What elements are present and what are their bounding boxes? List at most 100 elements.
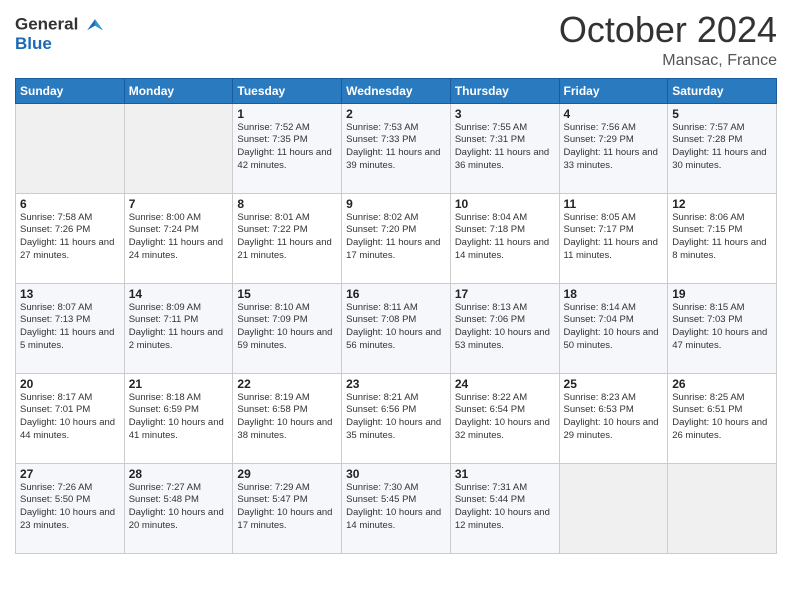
day-number: 2: [346, 107, 446, 121]
day-number: 20: [20, 377, 120, 391]
day-info: Sunrise: 8:25 AM Sunset: 6:51 PM Dayligh…: [672, 392, 772, 443]
day-info: Sunrise: 8:13 AM Sunset: 7:06 PM Dayligh…: [455, 302, 555, 353]
day-info: Sunrise: 8:15 AM Sunset: 7:03 PM Dayligh…: [672, 302, 772, 353]
page: General Blue October 2024 Mansac, France: [0, 0, 792, 612]
header-friday: Friday: [559, 78, 668, 103]
table-row: 17Sunrise: 8:13 AM Sunset: 7:06 PM Dayli…: [450, 283, 559, 373]
day-number: 28: [129, 467, 229, 481]
day-number: 8: [237, 197, 337, 211]
location: Mansac, France: [559, 52, 777, 70]
day-number: 7: [129, 197, 229, 211]
calendar-week-row: 27Sunrise: 7:26 AM Sunset: 5:50 PM Dayli…: [16, 463, 777, 553]
table-row: 1Sunrise: 7:52 AM Sunset: 7:35 PM Daylig…: [233, 103, 342, 193]
header-saturday: Saturday: [668, 78, 777, 103]
day-number: 11: [564, 197, 664, 211]
day-number: 12: [672, 197, 772, 211]
table-row: 19Sunrise: 8:15 AM Sunset: 7:03 PM Dayli…: [668, 283, 777, 373]
day-info: Sunrise: 8:10 AM Sunset: 7:09 PM Dayligh…: [237, 302, 337, 353]
month-title: October 2024: [559, 10, 777, 50]
day-number: 10: [455, 197, 555, 211]
table-row: 21Sunrise: 8:18 AM Sunset: 6:59 PM Dayli…: [124, 373, 233, 463]
day-info: Sunrise: 8:22 AM Sunset: 6:54 PM Dayligh…: [455, 392, 555, 443]
day-info: Sunrise: 7:55 AM Sunset: 7:31 PM Dayligh…: [455, 122, 555, 173]
day-info: Sunrise: 7:53 AM Sunset: 7:33 PM Dayligh…: [346, 122, 446, 173]
day-number: 30: [346, 467, 446, 481]
table-row: 31Sunrise: 7:31 AM Sunset: 5:44 PM Dayli…: [450, 463, 559, 553]
day-info: Sunrise: 8:18 AM Sunset: 6:59 PM Dayligh…: [129, 392, 229, 443]
table-row: 13Sunrise: 8:07 AM Sunset: 7:13 PM Dayli…: [16, 283, 125, 373]
weekday-header-row: Sunday Monday Tuesday Wednesday Thursday…: [16, 78, 777, 103]
day-info: Sunrise: 8:17 AM Sunset: 7:01 PM Dayligh…: [20, 392, 120, 443]
table-row: 14Sunrise: 8:09 AM Sunset: 7:11 PM Dayli…: [124, 283, 233, 373]
day-number: 1: [237, 107, 337, 121]
table-row: 9Sunrise: 8:02 AM Sunset: 7:20 PM Daylig…: [342, 193, 451, 283]
day-info: Sunrise: 8:19 AM Sunset: 6:58 PM Dayligh…: [237, 392, 337, 443]
day-info: Sunrise: 7:58 AM Sunset: 7:26 PM Dayligh…: [20, 212, 120, 263]
day-number: 31: [455, 467, 555, 481]
day-number: 29: [237, 467, 337, 481]
table-row: 6Sunrise: 7:58 AM Sunset: 7:26 PM Daylig…: [16, 193, 125, 283]
day-info: Sunrise: 8:09 AM Sunset: 7:11 PM Dayligh…: [129, 302, 229, 353]
table-row: 28Sunrise: 7:27 AM Sunset: 5:48 PM Dayli…: [124, 463, 233, 553]
day-info: Sunrise: 7:57 AM Sunset: 7:28 PM Dayligh…: [672, 122, 772, 173]
day-number: 26: [672, 377, 772, 391]
calendar-week-row: 6Sunrise: 7:58 AM Sunset: 7:26 PM Daylig…: [16, 193, 777, 283]
logo-line1: General: [15, 15, 106, 35]
calendar-table: Sunday Monday Tuesday Wednesday Thursday…: [15, 78, 777, 554]
day-number: 13: [20, 287, 120, 301]
table-row: 16Sunrise: 8:11 AM Sunset: 7:08 PM Dayli…: [342, 283, 451, 373]
table-row: 3Sunrise: 7:55 AM Sunset: 7:31 PM Daylig…: [450, 103, 559, 193]
table-row: 22Sunrise: 8:19 AM Sunset: 6:58 PM Dayli…: [233, 373, 342, 463]
header-tuesday: Tuesday: [233, 78, 342, 103]
day-number: 24: [455, 377, 555, 391]
day-number: 15: [237, 287, 337, 301]
logo-line2: Blue: [15, 35, 106, 54]
table-row: 12Sunrise: 8:06 AM Sunset: 7:15 PM Dayli…: [668, 193, 777, 283]
table-row: 10Sunrise: 8:04 AM Sunset: 7:18 PM Dayli…: [450, 193, 559, 283]
day-number: 25: [564, 377, 664, 391]
day-number: 18: [564, 287, 664, 301]
table-row: 29Sunrise: 7:29 AM Sunset: 5:47 PM Dayli…: [233, 463, 342, 553]
day-info: Sunrise: 7:52 AM Sunset: 7:35 PM Dayligh…: [237, 122, 337, 173]
day-info: Sunrise: 7:30 AM Sunset: 5:45 PM Dayligh…: [346, 482, 446, 533]
day-info: Sunrise: 7:31 AM Sunset: 5:44 PM Dayligh…: [455, 482, 555, 533]
day-number: 21: [129, 377, 229, 391]
day-info: Sunrise: 8:01 AM Sunset: 7:22 PM Dayligh…: [237, 212, 337, 263]
day-number: 22: [237, 377, 337, 391]
day-info: Sunrise: 7:27 AM Sunset: 5:48 PM Dayligh…: [129, 482, 229, 533]
day-info: Sunrise: 7:29 AM Sunset: 5:47 PM Dayligh…: [237, 482, 337, 533]
logo: General Blue: [15, 15, 106, 54]
table-row: 8Sunrise: 8:01 AM Sunset: 7:22 PM Daylig…: [233, 193, 342, 283]
title-block: October 2024 Mansac, France: [559, 10, 777, 70]
day-number: 16: [346, 287, 446, 301]
day-info: Sunrise: 8:06 AM Sunset: 7:15 PM Dayligh…: [672, 212, 772, 263]
header-sunday: Sunday: [16, 78, 125, 103]
day-info: Sunrise: 8:04 AM Sunset: 7:18 PM Dayligh…: [455, 212, 555, 263]
table-row: 2Sunrise: 7:53 AM Sunset: 7:33 PM Daylig…: [342, 103, 451, 193]
header: General Blue October 2024 Mansac, France: [15, 10, 777, 70]
day-number: 5: [672, 107, 772, 121]
day-info: Sunrise: 8:14 AM Sunset: 7:04 PM Dayligh…: [564, 302, 664, 353]
day-number: 17: [455, 287, 555, 301]
header-wednesday: Wednesday: [342, 78, 451, 103]
day-number: 6: [20, 197, 120, 211]
day-number: 9: [346, 197, 446, 211]
table-row: 23Sunrise: 8:21 AM Sunset: 6:56 PM Dayli…: [342, 373, 451, 463]
header-thursday: Thursday: [450, 78, 559, 103]
day-number: 14: [129, 287, 229, 301]
calendar-week-row: 20Sunrise: 8:17 AM Sunset: 7:01 PM Dayli…: [16, 373, 777, 463]
day-number: 4: [564, 107, 664, 121]
header-monday: Monday: [124, 78, 233, 103]
day-info: Sunrise: 8:00 AM Sunset: 7:24 PM Dayligh…: [129, 212, 229, 263]
day-info: Sunrise: 7:56 AM Sunset: 7:29 PM Dayligh…: [564, 122, 664, 173]
table-row: 26Sunrise: 8:25 AM Sunset: 6:51 PM Dayli…: [668, 373, 777, 463]
table-row: [668, 463, 777, 553]
table-row: 15Sunrise: 8:10 AM Sunset: 7:09 PM Dayli…: [233, 283, 342, 373]
day-number: 19: [672, 287, 772, 301]
table-row: 24Sunrise: 8:22 AM Sunset: 6:54 PM Dayli…: [450, 373, 559, 463]
table-row: [124, 103, 233, 193]
day-info: Sunrise: 8:02 AM Sunset: 7:20 PM Dayligh…: [346, 212, 446, 263]
table-row: 27Sunrise: 7:26 AM Sunset: 5:50 PM Dayli…: [16, 463, 125, 553]
table-row: 11Sunrise: 8:05 AM Sunset: 7:17 PM Dayli…: [559, 193, 668, 283]
day-info: Sunrise: 8:11 AM Sunset: 7:08 PM Dayligh…: [346, 302, 446, 353]
